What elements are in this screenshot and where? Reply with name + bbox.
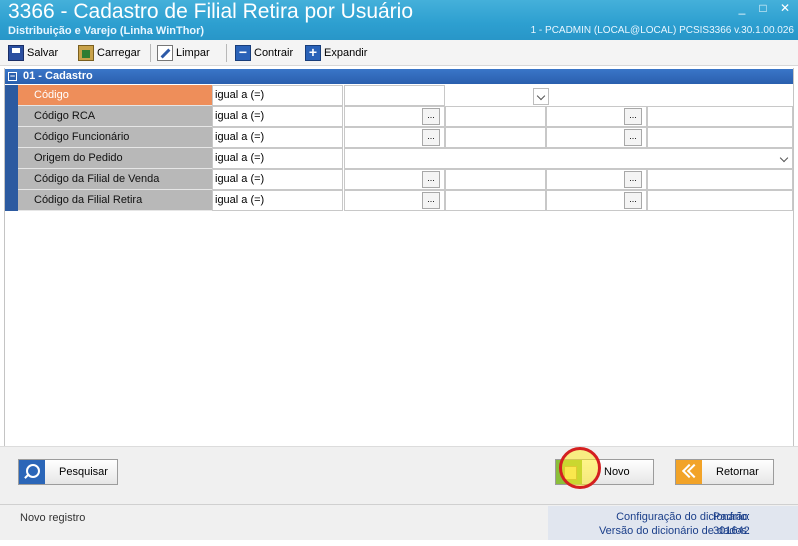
filter-row-filial-venda: Código da Filial de Venda igual a (=) ..…	[5, 169, 793, 190]
lookup-button-from[interactable]: ...	[422, 171, 440, 188]
load-label: Carregar	[97, 47, 141, 59]
row-indicator	[5, 106, 18, 127]
status-text: Novo registro	[20, 512, 86, 524]
plus-icon: +	[305, 45, 321, 61]
minus-icon: −	[235, 45, 251, 61]
search-label: Pesquisar	[59, 466, 108, 478]
return-label: Retornar	[716, 466, 759, 478]
close-button[interactable]: ✕	[776, 1, 794, 15]
group-title: 01 - Cadastro	[23, 70, 93, 82]
search-button[interactable]: Pesquisar	[18, 459, 118, 485]
title-bar: 3366 - Cadastro de Filial Retira por Usu…	[0, 0, 798, 40]
new-button[interactable]: Novo	[555, 459, 654, 485]
lookup-button-from[interactable]: ...	[422, 129, 440, 146]
operator-value: igual a (=)	[215, 89, 265, 101]
window-subtitle: Distribuição e Varejo (Linha WinThor)	[8, 25, 205, 37]
row-indicator	[5, 190, 18, 211]
collapse-label: Contrair	[254, 47, 294, 59]
new-label: Novo	[604, 466, 630, 478]
load-icon	[78, 45, 94, 61]
filter-label: Código da Filial de Venda	[18, 169, 212, 190]
minimize-button[interactable]: _	[733, 1, 751, 15]
operator-value: igual a (=)	[215, 131, 265, 143]
filter-grid: Código igual a (=) Código RCA igual a (=…	[5, 85, 793, 212]
toolbar-divider	[150, 44, 151, 62]
eraser-icon	[157, 45, 173, 61]
return-button[interactable]: Retornar	[675, 459, 774, 485]
action-bar: Pesquisar Novo Retornar	[0, 446, 798, 504]
load-button[interactable]: Carregar	[78, 44, 140, 62]
dictionary-config-value: Padrão	[713, 511, 749, 523]
dictionary-version-value: 301642	[713, 525, 750, 537]
operator-select[interactable]: igual a (=)	[212, 148, 549, 169]
spacer-cell	[445, 190, 546, 211]
spacer-cell	[647, 169, 793, 190]
operator-value: igual a (=)	[215, 173, 265, 185]
filter-label: Código da Filial Retira	[18, 190, 212, 211]
origin-select[interactable]	[344, 148, 793, 169]
save-label: Salvar	[27, 47, 59, 59]
filter-row-origem-pedido: Origem do Pedido igual a (=)	[5, 148, 793, 169]
save-button[interactable]: Salvar	[8, 44, 58, 62]
back-arrows-icon	[676, 460, 702, 484]
operator-value: igual a (=)	[215, 110, 265, 122]
lookup-button-to[interactable]: ...	[624, 108, 642, 125]
collapse-group-icon[interactable]: −	[8, 72, 17, 81]
chevron-down-icon[interactable]	[777, 151, 792, 168]
filter-row-codigo-rca: Código RCA igual a (=) ... ...	[5, 106, 793, 127]
save-icon	[8, 45, 24, 61]
row-indicator	[5, 148, 18, 169]
collapse-button[interactable]: − Contrair	[235, 44, 293, 62]
operator-select[interactable]: igual a (=)	[212, 106, 549, 127]
filter-row-filial-retira: Código da Filial Retira igual a (=) ... …	[5, 190, 793, 211]
filter-label: Código	[18, 85, 212, 106]
toolbar: Salvar Carregar Limpar − Contrair + Expa…	[0, 40, 798, 66]
dictionary-info: Configuração do dicionário: Padrão Versã…	[548, 506, 798, 540]
lookup-button-to[interactable]: ...	[624, 129, 642, 146]
lookup-button-to[interactable]: ...	[624, 192, 642, 209]
expand-label: Expandir	[324, 47, 368, 59]
clear-label: Limpar	[176, 47, 210, 59]
spacer-cell	[445, 106, 546, 127]
filter-label: Código Funcionário	[18, 127, 212, 148]
lookup-button-from[interactable]: ...	[422, 192, 440, 209]
value-input[interactable]	[344, 85, 445, 106]
operator-select[interactable]: igual a (=)	[212, 85, 549, 106]
window-title: 3366 - Cadastro de Filial Retira por Usu…	[8, 0, 414, 23]
new-record-icon	[556, 460, 582, 484]
row-indicator	[5, 169, 18, 190]
spacer-cell	[647, 190, 793, 211]
operator-select[interactable]: igual a (=)	[212, 190, 549, 211]
status-bar: Novo registro Configuração do dicionário…	[0, 504, 798, 540]
search-icon	[19, 460, 45, 484]
spacer-cell	[445, 169, 546, 190]
session-info: 1 - PCADMIN (LOCAL@LOCAL) PCSIS3366 v.30…	[530, 25, 794, 36]
row-indicator	[5, 127, 18, 148]
clear-button[interactable]: Limpar	[157, 44, 210, 62]
operator-select[interactable]: igual a (=)	[212, 127, 549, 148]
filter-row-codigo: Código igual a (=)	[5, 85, 793, 106]
operator-value: igual a (=)	[215, 152, 265, 164]
lookup-button-to[interactable]: ...	[624, 171, 642, 188]
row-indicator	[5, 85, 18, 106]
operator-value: igual a (=)	[215, 194, 265, 206]
operator-select[interactable]: igual a (=)	[212, 169, 549, 190]
expand-button[interactable]: + Expandir	[305, 44, 367, 62]
maximize-button[interactable]: □	[754, 1, 772, 15]
spacer-cell	[647, 106, 793, 127]
group-header[interactable]: − 01 - Cadastro	[5, 69, 793, 84]
filter-label: Código RCA	[18, 106, 212, 127]
toolbar-divider	[226, 44, 227, 62]
bottom-edge	[0, 540, 798, 546]
spacer-cell	[445, 127, 546, 148]
filter-row-codigo-funcionario: Código Funcionário igual a (=) ... ...	[5, 127, 793, 148]
filter-label: Origem do Pedido	[18, 148, 212, 169]
spacer-cell	[647, 127, 793, 148]
chevron-down-icon[interactable]	[533, 88, 549, 105]
lookup-button-from[interactable]: ...	[422, 108, 440, 125]
